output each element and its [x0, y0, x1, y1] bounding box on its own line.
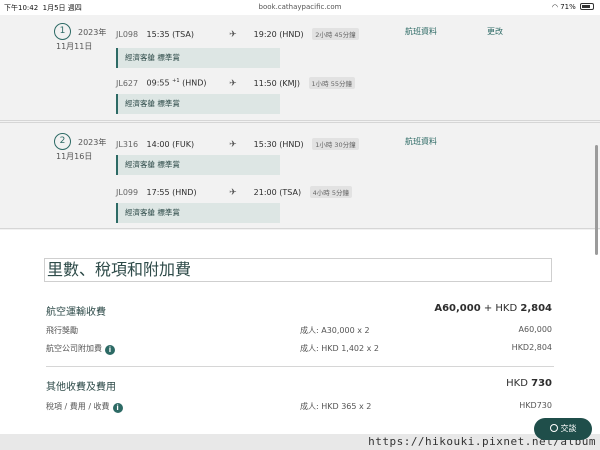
arrival: 15:30 (HND) [253, 140, 304, 149]
airplane-icon: ✈ [229, 188, 237, 198]
flight-number: JL316 [116, 140, 139, 149]
chat-bubble-icon [549, 424, 558, 432]
arrival: 21:00 (TSA) [253, 188, 302, 197]
fare-row-amount: HKD730 [519, 401, 552, 410]
flight-row: JL098 15:35 (TSA) ✈ 19:20 (HND) 2小時 45分鐘 [116, 28, 359, 40]
status-bar: 下午10:42 1月5日 週四 book.cathaypacific.com ◠… [0, 0, 600, 15]
fare-row-label-with-info: 航空公司附加費 i [46, 343, 115, 355]
wifi-icon: ◠ [551, 3, 558, 11]
leg-number-badge: 1 [54, 23, 71, 40]
flight-row: JL627 09:55 +1 (HND) ✈ 11:50 (KMJ) 1小時 5… [116, 77, 356, 89]
leg-date: 11月16日 [56, 152, 93, 161]
airplane-icon: ✈ [229, 79, 237, 89]
leg-number-badge: 2 [54, 133, 71, 150]
flight-leg-2: 2 2023年 11月16日 航班資料 JL316 14:00 (FUK) ✈ … [0, 122, 600, 229]
change-flight-link[interactable]: 更改 [487, 26, 503, 37]
section-divider [46, 366, 554, 367]
flight-number: JL627 [116, 79, 139, 88]
flight-row: JL099 17:55 (HND) ✈ 21:00 (TSA) 4小時 5分鐘 [116, 186, 352, 198]
flight-info-link[interactable]: 航班資料 [405, 136, 437, 147]
departure: 14:00 (FUK) [146, 140, 195, 149]
flight-duration: 1小時 30分鐘 [312, 138, 359, 150]
battery-percent: 71% [560, 3, 576, 11]
departure: 15:35 (TSA) [146, 30, 194, 39]
other-fees-heading: 其他收費及費用 [46, 382, 116, 393]
info-icon[interactable]: i [112, 403, 123, 413]
fare-row-amount: A60,000 [518, 325, 552, 334]
battery-icon [580, 3, 594, 10]
flight-number: JL099 [116, 188, 139, 197]
fare-row-detail: 成人: HKD 1,402 x 2 [300, 344, 380, 353]
flight-duration: 2小時 45分鐘 [312, 28, 359, 40]
next-day-marker: +1 [172, 78, 180, 85]
airplane-icon: ✈ [229, 30, 237, 40]
fare-row-amount: HKD2,804 [511, 343, 552, 352]
flight-duration: 4小時 5分鐘 [309, 186, 352, 198]
arrival: 11:50 (KMJ) [253, 79, 300, 88]
info-icon[interactable]: i [105, 345, 115, 355]
watermark-bar: https://hikouki.pixnet.net/album [0, 434, 600, 450]
airplane-icon: ✈ [229, 140, 237, 150]
leg-year: 2023年 [78, 138, 107, 147]
leg-year: 2023年 [78, 28, 107, 37]
fare-row-label: 飛行獎勵 [46, 326, 78, 335]
cabin-class-badge: 經濟客艙 標準賞 [116, 48, 280, 68]
cabin-class-badge: 經濟客艙 標準賞 [116, 94, 280, 114]
fare-section-title: 里數、稅項和附加費 [44, 258, 552, 282]
fare-row-detail: 成人: A30,000 x 2 [300, 326, 370, 335]
air-transport-heading: 航空運輸收費 [46, 307, 106, 318]
flight-row: JL316 14:00 (FUK) ✈ 15:30 (HND) 1小時 30分鐘 [116, 138, 359, 150]
other-fees-total: HKD 730 [506, 378, 552, 389]
fare-row-detail: 成人: HKD 365 x 2 [300, 402, 372, 411]
flight-leg-1: 1 2023年 11月11日 航班資料 更改 JL098 15:35 (TSA)… [0, 15, 600, 121]
leg-date: 11月11日 [56, 42, 93, 51]
status-right: ◠ 71% [552, 3, 594, 11]
cabin-class-badge: 經濟客艙 標準賞 [116, 155, 280, 175]
arrival: 19:20 (HND) [253, 30, 304, 39]
fare-row-label-with-info: 稅項 / 費用 / 收費 i [46, 401, 123, 413]
flight-duration: 1小時 55分鐘 [308, 77, 356, 89]
flight-info-link[interactable]: 航班資料 [405, 26, 437, 37]
departure: 17:55 (HND) [146, 188, 197, 197]
fare-summary: 里數、稅項和附加費 航空運輸收費 A60,000 + HKD 2,804 飛行獎… [0, 230, 600, 434]
address-bar-url[interactable]: book.cathaypacific.com [0, 3, 600, 11]
flight-number: JL098 [116, 30, 139, 39]
departure: 09:55 +1 (HND) [146, 78, 207, 88]
air-transport-total: A60,000 + HKD 2,804 [434, 303, 552, 314]
cabin-class-badge: 經濟客艙 標準賞 [116, 203, 280, 223]
chat-button[interactable]: 交談 [534, 418, 592, 440]
scrollbar[interactable] [595, 145, 598, 255]
